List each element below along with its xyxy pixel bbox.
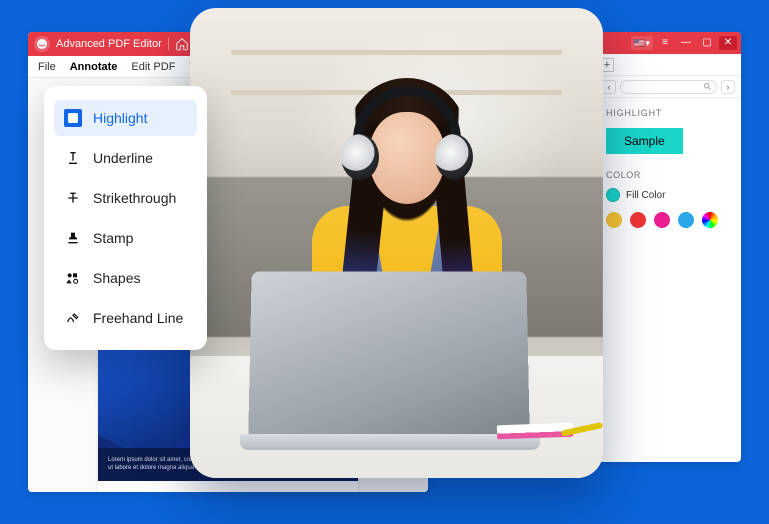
search-field[interactable] xyxy=(620,80,717,94)
section-heading-highlight: HIGHLIGHT xyxy=(606,108,731,118)
menu-icon[interactable]: ≡ xyxy=(656,36,674,50)
hero-photo xyxy=(190,8,603,478)
shapes-icon xyxy=(64,269,82,287)
color-palette xyxy=(606,212,731,228)
window-controls: 🇺🇸▾ ≡ — ▢ ✕ xyxy=(596,32,741,54)
annotate-dropdown: Highlight Underline Strikethrough Stamp … xyxy=(44,86,207,350)
app-title: Advanced PDF Editor xyxy=(56,38,162,50)
option-label: Shapes xyxy=(93,270,140,286)
palette-color-custom[interactable] xyxy=(702,212,718,228)
annotate-option-highlight[interactable]: Highlight xyxy=(54,100,197,136)
properties-body: HIGHLIGHT Sample COLOR Fill Color xyxy=(596,98,741,238)
underline-icon xyxy=(64,149,82,167)
palette-color[interactable] xyxy=(654,212,670,228)
menu-file[interactable]: File xyxy=(38,61,56,73)
palette-color[interactable] xyxy=(606,212,622,228)
freehand-icon xyxy=(64,309,82,327)
annotate-option-stamp[interactable]: Stamp xyxy=(54,220,197,256)
menu-annotate[interactable]: Annotate xyxy=(70,61,118,73)
option-label: Stamp xyxy=(93,230,133,246)
option-label: Underline xyxy=(93,150,153,166)
navigation-bar: ‹ › xyxy=(596,76,741,98)
tab-strip: + xyxy=(596,54,741,76)
maximize-button[interactable]: ▢ xyxy=(698,36,716,50)
fill-color-row[interactable]: Fill Color xyxy=(606,188,731,202)
minimize-button[interactable]: — xyxy=(677,36,695,50)
stamp-icon xyxy=(64,229,82,247)
nav-back-button[interactable]: ‹ xyxy=(602,80,616,94)
close-button[interactable]: ✕ xyxy=(719,36,737,50)
divider xyxy=(168,38,169,50)
option-label: Strikethrough xyxy=(93,190,176,206)
language-flag-icon[interactable]: 🇺🇸▾ xyxy=(631,36,653,50)
nav-forward-button[interactable]: › xyxy=(721,80,735,94)
strikethrough-icon xyxy=(64,189,82,207)
highlight-icon xyxy=(64,109,82,127)
menu-edit-pdf[interactable]: Edit PDF xyxy=(131,61,175,73)
palette-color[interactable] xyxy=(630,212,646,228)
properties-panel-window: 🇺🇸▾ ≡ — ▢ ✕ + ‹ › HIGHLIGHT Sample COLOR… xyxy=(596,32,741,462)
fill-color-label: Fill Color xyxy=(626,190,665,201)
annotate-option-shapes[interactable]: Shapes xyxy=(54,260,197,296)
annotate-option-strikethrough[interactable]: Strikethrough xyxy=(54,180,197,216)
option-label: Highlight xyxy=(93,110,147,126)
palette-color[interactable] xyxy=(678,212,694,228)
option-label: Freehand Line xyxy=(93,310,183,326)
app-logo-icon xyxy=(34,36,50,52)
highlight-sample: Sample xyxy=(606,128,683,154)
fill-color-swatch xyxy=(606,188,620,202)
section-heading-color: COLOR xyxy=(606,170,731,180)
annotate-option-underline[interactable]: Underline xyxy=(54,140,197,176)
search-icon xyxy=(703,82,712,91)
annotate-option-freehand[interactable]: Freehand Line xyxy=(54,300,197,336)
home-icon[interactable] xyxy=(175,37,189,51)
